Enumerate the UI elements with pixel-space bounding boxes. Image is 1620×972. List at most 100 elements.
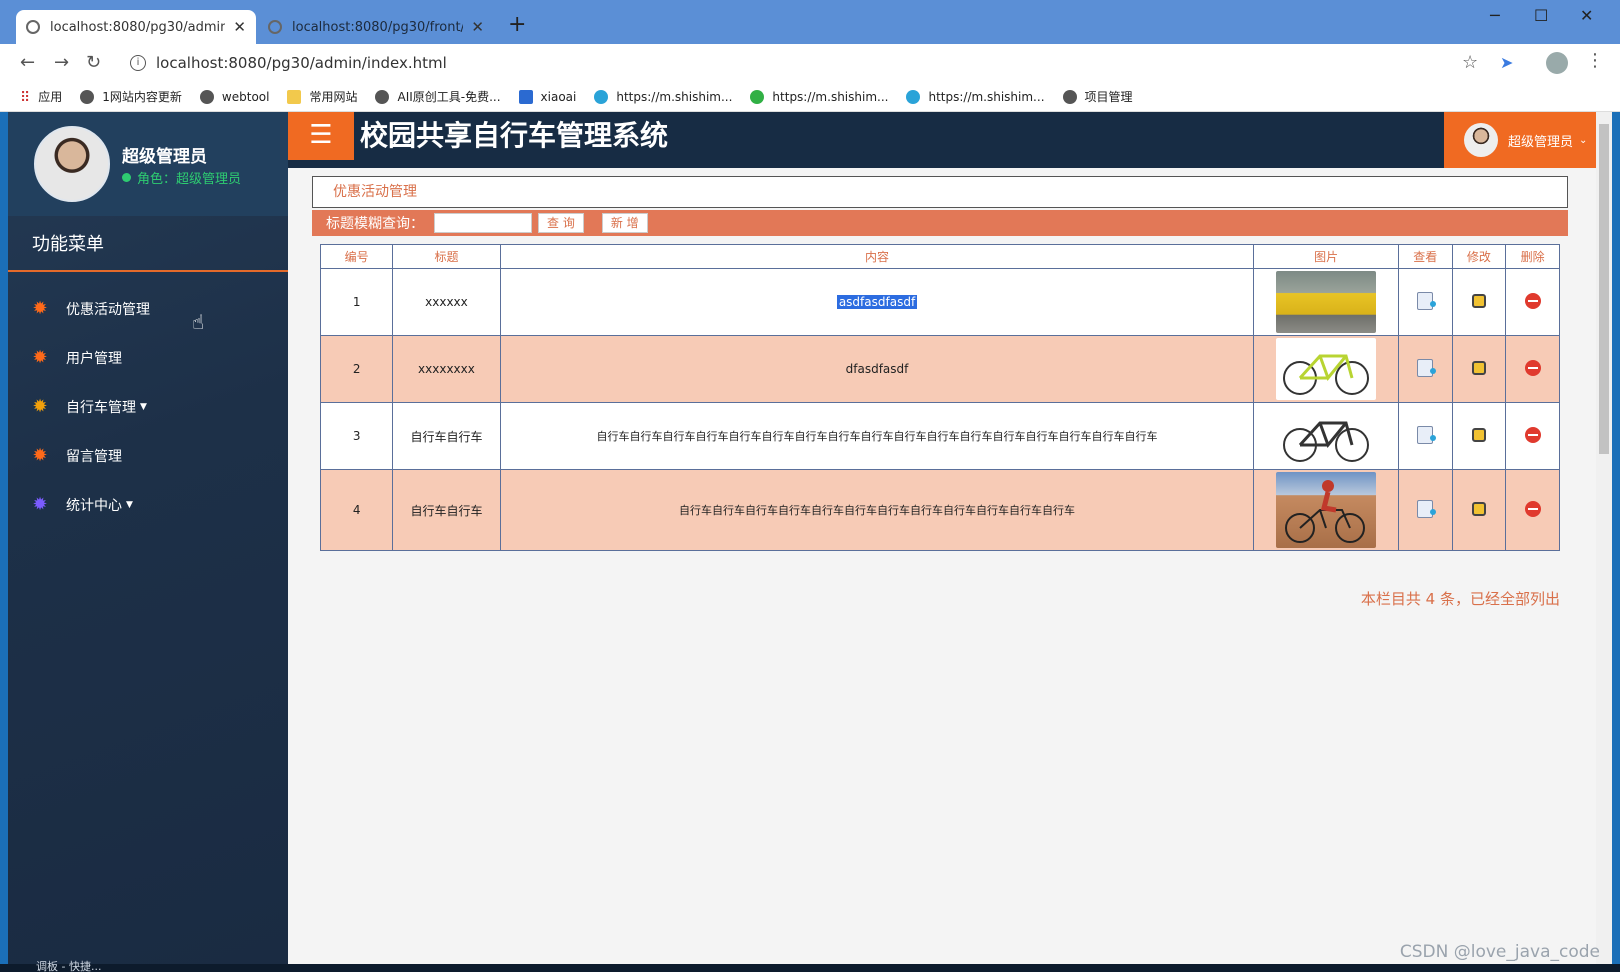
gear-icon: ✹ (32, 396, 48, 417)
column-header: 修改 (1451, 244, 1507, 269)
bookmark-item[interactable]: 1网站内容更新 (80, 88, 182, 105)
cell-content: dfasdfasdf (499, 335, 1255, 403)
table-row: 3 自行车自行车 自行车自行车自行车自行车自行车自行车自行车自行车自行车自行车自… (319, 402, 1560, 470)
cell-image (1253, 268, 1399, 336)
close-icon[interactable]: ✕ (233, 18, 246, 36)
cell-edit (1451, 335, 1507, 403)
avatar (1464, 123, 1498, 157)
sidebar-item-bikes[interactable]: ✹ 自行车管理 ▼ (30, 390, 270, 424)
cell-view (1397, 469, 1453, 551)
promotions-table: 编号 标题 内容 图片 查看 修改 删除 1 xxxxxx asdfasdfas… (319, 244, 1560, 551)
reload-icon[interactable]: ↻ (86, 52, 101, 73)
selected-text: asdfasdfasdf (836, 295, 918, 309)
bookmark-item[interactable]: xiaoai (518, 89, 576, 104)
car-image (1276, 271, 1377, 333)
bookmark-star-icon[interactable]: ☆ (1462, 52, 1478, 73)
url-field[interactable]: i localhost:8080/pg30/admin/index.html (120, 48, 1500, 78)
globe-icon (375, 89, 390, 104)
os-taskbar (0, 964, 1620, 972)
sidebar-profile: 超级管理员 角色：超级管理员 (8, 112, 288, 216)
sidebar-item-messages[interactable]: ✹ 留言管理 (30, 439, 270, 473)
cell-delete (1505, 402, 1560, 470)
bookmark-item[interactable]: 项目管理 (1062, 88, 1133, 105)
close-icon[interactable]: ✕ (471, 18, 484, 36)
edit-icon[interactable] (1471, 427, 1486, 442)
bookmark-item[interactable]: webtool (199, 89, 269, 104)
sidebar-item-promotions[interactable]: ✹ 优惠活动管理 (30, 292, 270, 326)
bookmark-item[interactable]: https://m.shishim... (750, 89, 888, 104)
gear-icon: ✹ (32, 298, 48, 319)
delete-icon[interactable] (1524, 500, 1541, 517)
cell-content: 自行车自行车自行车自行车自行车自行车自行车自行车自行车自行车自行车自行车自行车自… (499, 402, 1255, 470)
column-header: 内容 (499, 244, 1255, 269)
bookmark-item[interactable]: https://m.shishim... (906, 89, 1045, 104)
view-icon[interactable] (1417, 499, 1437, 518)
window-close-icon[interactable]: ✕ (1580, 6, 1593, 25)
delete-icon[interactable] (1524, 292, 1541, 309)
user-dropdown[interactable]: 超级管理员 ⌄ (1444, 112, 1604, 168)
bookmark-folder[interactable]: 常用网站 (287, 88, 357, 105)
globe-icon (26, 20, 40, 34)
cell-title: xxxxxxxx (392, 335, 501, 403)
new-tab-button[interactable]: + (508, 12, 526, 37)
globe-icon (199, 89, 214, 104)
wechat-icon (750, 89, 765, 104)
maximize-icon[interactable]: ☐ (1534, 6, 1548, 25)
page-title: 校园共享自行车管理系统 (360, 119, 669, 152)
tab-label: localhost:8080/pg30/admin/in (50, 19, 226, 35)
back-icon[interactable]: ← (20, 52, 35, 73)
cell-id: 1 (319, 268, 394, 336)
hamburger-menu-button[interactable]: ☰ (288, 112, 354, 160)
gear-icon: ✹ (32, 445, 48, 466)
globe-icon (80, 89, 95, 104)
sidebar: 超级管理员 角色：超级管理员 功能菜单 ✹ 优惠活动管理 ✹ 用户管理 ✹ 自行车管理… (8, 112, 288, 964)
cell-title: 自行车自行车 (392, 402, 501, 470)
online-dot-icon (122, 173, 131, 182)
browser-tab-front[interactable]: localhost:8080/pg30/front/lo ✕ (258, 10, 494, 44)
p-logo-icon (518, 89, 533, 104)
sidebar-item-users[interactable]: ✹ 用户管理 (30, 341, 270, 375)
chevron-down-icon: ⌄ (1579, 134, 1588, 146)
info-icon[interactable]: i (130, 55, 146, 71)
browser-profile-avatar[interactable] (1546, 52, 1568, 74)
page-scrollbar[interactable] (1596, 112, 1612, 964)
more-menu-icon[interactable]: ⋮ (1586, 50, 1604, 71)
column-header: 编号 (319, 244, 394, 269)
cell-edit (1451, 268, 1507, 336)
scrollbar-thumb[interactable] (1599, 124, 1609, 454)
cell-view (1397, 335, 1453, 403)
site-logo-icon (594, 89, 609, 104)
mountain-biker-image (1276, 472, 1377, 548)
delete-icon[interactable] (1524, 426, 1541, 443)
edit-icon[interactable] (1471, 501, 1486, 516)
extension-icon[interactable]: ➤ (1500, 53, 1513, 72)
browser-tab-admin[interactable]: localhost:8080/pg30/admin/in ✕ (16, 10, 256, 44)
cell-view (1397, 268, 1453, 336)
panel-title: 优惠活动管理 (312, 176, 1568, 208)
address-bar-row: ← → ↻ i localhost:8080/pg30/admin/index.… (0, 44, 1620, 82)
table-footnote: 本栏目共 4 条，已经全部列出 (1360, 590, 1560, 608)
delete-icon[interactable] (1524, 359, 1541, 376)
view-icon[interactable] (1417, 425, 1437, 444)
view-icon[interactable] (1417, 291, 1437, 310)
bike-image (1276, 405, 1377, 467)
bookmark-item[interactable]: AII原创工具-免费... (375, 88, 501, 105)
query-button[interactable]: 查 询 (538, 213, 584, 233)
sidebar-item-stats[interactable]: ✹ 统计中心 ▼ (30, 488, 270, 522)
folder-icon (287, 89, 302, 104)
forward-icon[interactable]: → (54, 52, 69, 73)
edit-icon[interactable] (1471, 293, 1486, 308)
cyclist-icon (1285, 480, 1366, 543)
edit-icon[interactable] (1471, 360, 1486, 375)
bookmark-item[interactable]: https://m.shishim... (594, 89, 732, 104)
cell-content: asdfasdfasdf (499, 268, 1255, 336)
cell-image (1253, 469, 1399, 551)
gear-icon: ✹ (32, 347, 48, 368)
column-header: 删除 (1505, 244, 1560, 269)
bookmark-apps[interactable]: ⠿ 应用 (20, 88, 62, 106)
minimize-icon[interactable]: ─ (1490, 6, 1500, 25)
table-row: 1 xxxxxx asdfasdfasdf (319, 268, 1560, 336)
title-search-input[interactable] (434, 213, 532, 233)
add-button[interactable]: 新 增 (601, 213, 648, 233)
view-icon[interactable] (1417, 358, 1437, 377)
